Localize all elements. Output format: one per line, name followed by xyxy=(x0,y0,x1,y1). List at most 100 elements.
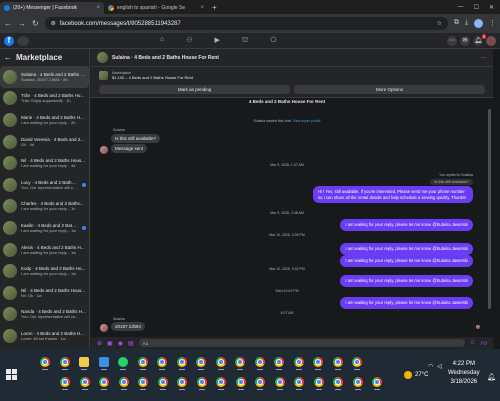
url-input[interactable]: ⊜ facebook.com/messages/t/80528851194328… xyxy=(44,17,448,30)
volume-icon[interactable]: ◁ xyxy=(437,363,442,370)
close-icon[interactable]: × xyxy=(96,5,100,11)
outgoing-message[interactable]: I am waiting for your reply, please let … xyxy=(340,219,473,231)
chrome-icon[interactable] xyxy=(274,357,284,367)
chrome-icon[interactable] xyxy=(235,357,245,367)
chrome-icon[interactable] xyxy=(157,357,167,367)
notifications-icon[interactable]: 🔔︎ 9 xyxy=(473,33,486,46)
gaming-icon[interactable]: ⎔ xyxy=(270,36,276,45)
more-options-button[interactable]: More Options xyxy=(294,85,485,94)
file-explorer-icon[interactable] xyxy=(79,357,89,367)
bookmark-icon[interactable]: ☆ xyxy=(437,20,442,27)
chrome-icon[interactable] xyxy=(255,377,265,387)
whatsapp-icon[interactable] xyxy=(118,357,128,367)
chrome-icon[interactable] xyxy=(352,357,362,367)
marketplace-icon[interactable]: ⛫ xyxy=(242,36,248,45)
outgoing-message[interactable]: I am waiting for your reply, please let … xyxy=(340,297,473,309)
back-arrow-icon[interactable]: ← xyxy=(4,53,12,62)
listing-avatar[interactable] xyxy=(97,52,108,63)
store-icon[interactable] xyxy=(98,357,109,367)
chat-title[interactable]: Sulaina · 4 Beds and 2 Baths House For R… xyxy=(112,55,219,61)
mark-pending-button[interactable]: Mark as pending xyxy=(99,85,290,94)
account-avatar[interactable] xyxy=(486,35,496,46)
chrome-icon[interactable] xyxy=(352,377,363,387)
conversation-item[interactable]: Nil · 4 Beds and 2 Baths Hous... Nil: Ok … xyxy=(0,282,89,304)
close-window-icon[interactable]: ✕ xyxy=(489,4,494,11)
wifi-icon[interactable]: ◠ xyxy=(428,363,433,370)
incoming-message[interactable]: Message sent xyxy=(111,144,148,153)
conversation-item[interactable]: Trân · 4 Beds and 2 Baths Ho... Trân: Enj… xyxy=(0,88,89,110)
chrome-icon[interactable] xyxy=(60,377,70,387)
extensions-icon[interactable]: ⧉ xyxy=(454,19,459,28)
chrome-icon[interactable] xyxy=(333,377,343,387)
back-icon[interactable]: ← xyxy=(4,19,12,28)
close-icon[interactable]: × xyxy=(200,5,204,11)
forward-icon[interactable]: → xyxy=(18,19,26,28)
tab-google-search[interactable]: english to spanish - Google Se × xyxy=(104,2,208,14)
weather-widget[interactable]: 27°C xyxy=(404,371,428,379)
conversation-item[interactable]: Lucy · 4 Beds and 2 Baths Ho...You: Our … xyxy=(0,174,89,196)
thread-scrollbar[interactable] xyxy=(488,109,491,309)
reload-icon[interactable]: ↻ xyxy=(32,19,39,28)
profile-avatar[interactable] xyxy=(474,19,483,28)
outgoing-message[interactable]: Hi ! Yes, still available. If you're int… xyxy=(313,186,473,204)
conversation-item[interactable]: Alexis · 4 Beds and 2 Baths H... I am wai… xyxy=(0,239,89,261)
new-tab-button[interactable]: + xyxy=(212,3,217,12)
chrome-icon[interactable] xyxy=(215,357,226,367)
message-input[interactable]: Aa xyxy=(138,339,465,347)
chrome-icon[interactable] xyxy=(294,377,304,387)
outgoing-message[interactable]: I am waiting for your reply, please let … xyxy=(340,243,473,255)
site-info-icon[interactable]: ⊜ xyxy=(51,20,56,27)
chrome-icon[interactable] xyxy=(313,377,324,387)
menu-grid-icon[interactable]: ⋯ xyxy=(447,35,457,46)
chrome-icon[interactable] xyxy=(216,377,226,387)
chrome-icon[interactable] xyxy=(254,357,265,367)
search-icon[interactable] xyxy=(17,35,29,46)
chrome-icon[interactable] xyxy=(137,357,148,367)
more-icon[interactable]: ⋯ xyxy=(480,54,487,62)
chrome-icon[interactable] xyxy=(293,357,304,367)
tab-messenger[interactable]: (20+) Messenger | Facebook × xyxy=(0,2,104,14)
chrome-icon[interactable] xyxy=(138,377,148,387)
like-icon[interactable]: 👍︎ xyxy=(481,339,487,347)
plus-icon[interactable]: ⊕ xyxy=(97,340,102,347)
chrome-icon[interactable] xyxy=(40,357,50,367)
chrome-icon[interactable] xyxy=(176,357,187,367)
image-icon[interactable]: ▣ xyxy=(107,340,113,347)
outgoing-message[interactable]: I am waiting for your reply, please let … xyxy=(340,255,473,267)
incoming-message[interactable]: Is this still available? xyxy=(111,134,161,143)
chrome-icon[interactable] xyxy=(332,357,343,367)
maximize-icon[interactable]: ☐ xyxy=(474,4,479,11)
sticker-icon[interactable]: ◉ xyxy=(118,340,123,347)
messenger-icon[interactable]: ✉ xyxy=(460,35,470,46)
conversation-item[interactable]: Marie · 4 Beds and 2 Baths Ho... I am wai… xyxy=(0,109,89,131)
chrome-icon[interactable] xyxy=(99,377,109,387)
incoming-message[interactable]: 20197 2Jb84 xyxy=(111,322,146,331)
conversation-item[interactable]: Kaelin · 4 Beds and 2 Baths H...I am wai… xyxy=(0,217,89,239)
taskbar-clock[interactable]: 4:22 PM Wednesday 3/18/2026 xyxy=(448,361,480,385)
conversation-item[interactable]: David Venevia · 4 Beds and 2... Ok · 4d xyxy=(0,131,89,153)
minimize-icon[interactable]: — xyxy=(458,4,464,11)
conversation-item[interactable]: Nanda · 4 Beds and 2 Baths H... You: Our … xyxy=(0,304,89,326)
friends-icon[interactable]: ⚇ xyxy=(186,36,192,45)
chrome-icon[interactable] xyxy=(196,357,206,367)
chrome-icon[interactable] xyxy=(177,377,187,387)
chrome-icon[interactable] xyxy=(118,377,129,387)
notification-center-icon[interactable]: 🔔︎ xyxy=(487,373,496,381)
conversation-item[interactable]: Loren · 4 Beds and 2 Baths H... Loren: Al… xyxy=(0,325,89,347)
gif-icon[interactable]: ▤ xyxy=(128,340,134,347)
conversation-item[interactable]: Charles · 4 Beds and 2 Baths... I am wait… xyxy=(0,196,89,218)
chrome-icon[interactable] xyxy=(235,377,246,387)
conversation-item[interactable]: Kody · 4 Beds and 2 Baths Ho... I am wait… xyxy=(0,260,89,282)
view-buyer-profile-link[interactable]: View buyer profile xyxy=(293,119,321,123)
menu-icon[interactable]: ⋮ xyxy=(489,19,496,28)
facebook-logo[interactable]: f xyxy=(4,35,14,46)
home-icon[interactable]: ⌂ xyxy=(160,36,164,45)
chrome-icon[interactable] xyxy=(157,377,168,387)
chrome-icon[interactable] xyxy=(274,377,285,387)
emoji-icon[interactable]: ☺ xyxy=(470,340,476,346)
conversation-item[interactable]: Sulaina · 4 Beds and 2 Baths H... Sulaina… xyxy=(0,66,89,88)
chrome-icon[interactable] xyxy=(313,357,323,367)
listing-banner[interactable]: Marketplace $1,100 – 4 Beds and 2 Baths … xyxy=(91,67,493,83)
outgoing-message[interactable]: I am waiting for your reply, please let … xyxy=(340,275,473,287)
sender-avatar[interactable] xyxy=(100,146,108,154)
